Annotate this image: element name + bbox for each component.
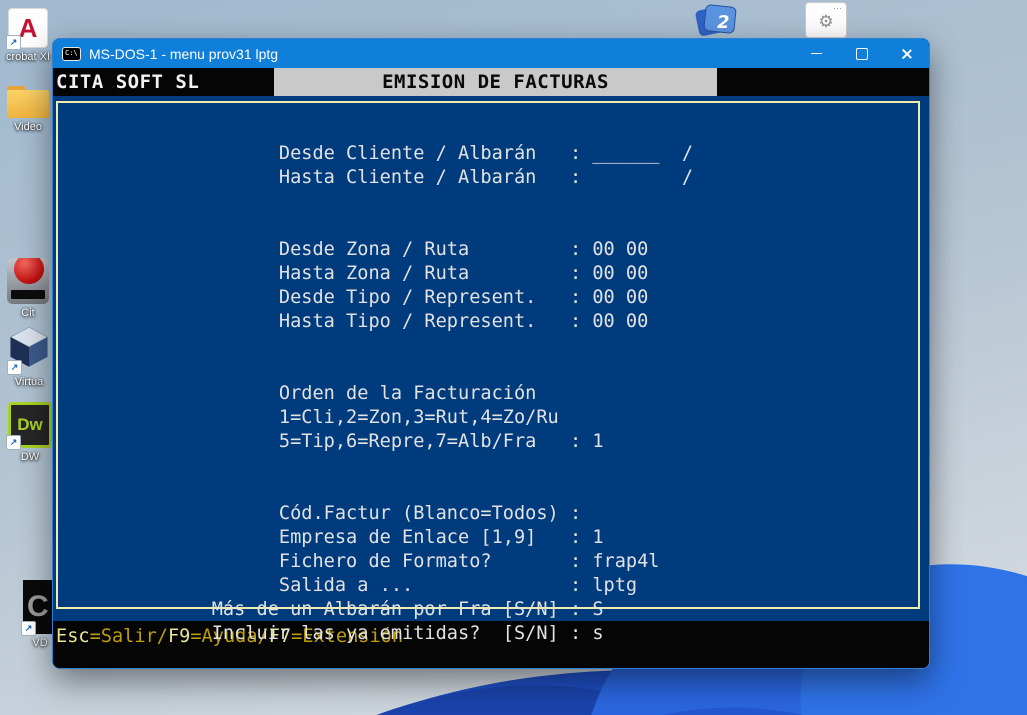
shortcut-arrow-icon: ↗ — [7, 360, 22, 375]
svg-text:2: 2 — [717, 12, 730, 33]
screen-line — [55, 190, 693, 214]
shortcut-arrow-icon: ↗ — [21, 621, 36, 636]
window-controls — [794, 39, 929, 68]
gear-icon: ⚙ — [818, 12, 834, 31]
title-bar[interactable]: C:\ MS-DOS-1 - menu prov31 lptg — [53, 39, 929, 68]
desktop-icon-dreamweaver[interactable]: Dw ↗ DW — [6, 402, 54, 463]
screen-line — [55, 454, 693, 478]
screen-line — [55, 334, 693, 358]
window-dots-icon: ⋯ — [833, 3, 843, 13]
desktop: A ↗ crobat XI Video Cit ↗ Virtua Dw ↗ DW… — [0, 0, 1027, 715]
company-title: CITA SOFT SL — [56, 71, 200, 93]
screen-line: Cód.Factur (Blanco=Todos) : — [55, 503, 582, 524]
screen-lines: Desde Cliente / Albarán : ______ / Hasta… — [55, 142, 693, 646]
dos-screen[interactable]: CITA SOFT SL EMISION DE FACTURAS Desde C… — [53, 68, 929, 668]
screen-line — [55, 478, 693, 502]
screen-line: Desde Zona / Ruta : 00 00 — [55, 239, 649, 260]
desktop-icon-acrobat[interactable]: A ↗ crobat XI — [2, 8, 54, 63]
screen-line — [55, 358, 693, 382]
desktop-icon-citrix[interactable]: Cit — [4, 258, 52, 319]
close-icon — [901, 48, 913, 60]
icon-label: Virtua — [14, 376, 44, 388]
screen-line: Orden de la Facturación — [55, 383, 537, 404]
screen-line: 1=Cli,2=Zon,3=Rut,4=Zo/Ru — [55, 407, 559, 428]
maximize-button[interactable] — [839, 39, 884, 68]
screen-line: Fichero de Formato? : frap4l — [55, 551, 660, 572]
msdos-window: C:\ MS-DOS-1 - menu prov31 lptg CITA SOF… — [52, 38, 930, 669]
screen-line: Incluir las ya emitidas? [S/N] : s — [55, 623, 604, 644]
minimize-icon — [811, 53, 822, 54]
shortcut-arrow-icon: ↗ — [6, 435, 21, 450]
maximize-icon — [855, 47, 868, 60]
icon-label: DW — [20, 451, 40, 463]
screen-line: Desde Tipo / Represent. : 00 00 — [55, 287, 649, 308]
page-title: EMISION DE FACTURAS — [274, 68, 717, 96]
screen-line — [55, 214, 693, 238]
screen-header: CITA SOFT SL EMISION DE FACTURAS — [53, 68, 929, 96]
folder-icon — [7, 86, 49, 118]
icon-label: crobat XI — [5, 51, 51, 63]
minimize-button[interactable] — [794, 39, 839, 68]
desktop-icon-video-folder[interactable]: Video — [2, 86, 54, 133]
screen-line: Empresa de Enlace [1,9] : 1 — [55, 527, 604, 548]
desktop-icon-virtualbox[interactable]: ↗ Virtua — [4, 326, 54, 388]
screen-line: 5=Tip,6=Repre,7=Alb/Fra : 1 — [55, 431, 604, 452]
screen-line: Desde Cliente / Albarán : ______ / — [55, 143, 694, 164]
app-window-gear-icon: ⋯ ⚙ — [805, 2, 847, 38]
close-button[interactable] — [884, 39, 929, 68]
desktop-icon-app-window[interactable]: ⋯ ⚙ — [804, 2, 848, 38]
icon-label: VD — [32, 637, 48, 649]
screen-line: Hasta Zona / Ruta : 00 00 — [55, 263, 649, 284]
icon-label: Cit — [21, 307, 35, 319]
help-cards-icon: 2 — [695, 4, 737, 36]
desktop-icon-help-cards[interactable]: 2 — [690, 0, 748, 40]
window-title: MS-DOS-1 - menu prov31 lptg — [89, 45, 279, 62]
msdos-icon: C:\ — [62, 46, 81, 61]
screen-line: Hasta Cliente / Albarán : / — [55, 167, 694, 188]
shortcut-arrow-icon: ↗ — [6, 35, 21, 50]
screen-line: Hasta Tipo / Represent. : 00 00 — [55, 311, 649, 332]
red-ball-icon — [7, 258, 49, 304]
screen-line: Salida a ... : lptg — [55, 575, 638, 596]
invoice-form-area: Desde Cliente / Albarán : ______ / Hasta… — [53, 96, 929, 644]
screen-line: Más de un Albarán por Fra [S/N] : S — [55, 599, 604, 620]
icon-label: Video — [14, 121, 42, 133]
